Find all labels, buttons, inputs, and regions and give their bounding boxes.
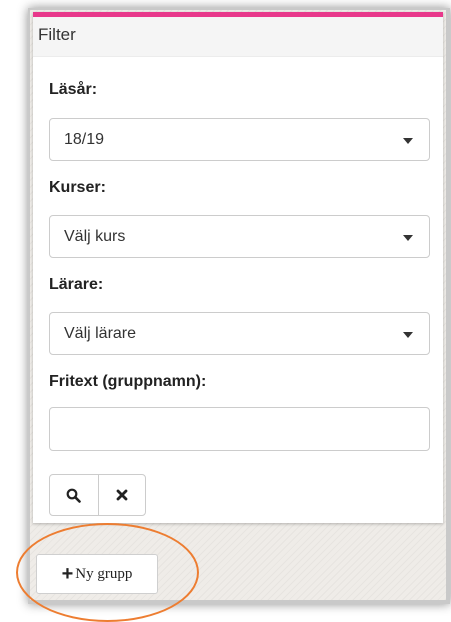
teachers-label: Lärare: <box>49 276 104 293</box>
caret-down-icon <box>403 235 413 241</box>
courses-select-value: Välj kurs <box>64 228 126 245</box>
freetext-label: Fritext (gruppnamn): <box>49 373 207 390</box>
teachers-select-value: Välj lärare <box>64 325 137 342</box>
courses-select[interactable]: Välj kurs <box>49 215 430 258</box>
year-select-value: 18/19 <box>64 131 105 148</box>
year-label: Läsår: <box>49 81 98 98</box>
close-icon <box>116 489 128 501</box>
year-select[interactable]: 18/19 <box>49 118 430 161</box>
search-button[interactable] <box>50 475 98 515</box>
plus-icon: + <box>61 563 74 585</box>
clear-button[interactable] <box>97 475 146 515</box>
teachers-select[interactable]: Välj lärare <box>49 312 430 355</box>
caret-down-icon <box>403 138 413 144</box>
new-group-label: Ny grupp <box>75 565 133 582</box>
courses-label: Kurser: <box>49 179 106 196</box>
new-group-button[interactable]: + Ny grupp <box>36 554 158 594</box>
caret-down-icon <box>403 332 413 338</box>
freetext-input[interactable] <box>49 407 430 451</box>
search-icon <box>66 488 82 503</box>
filter-button-group <box>49 474 146 516</box>
panel-title: Filter <box>33 17 443 57</box>
filter-panel: Filter Läsår: 18/19 Kurser: Välj kurs Lä… <box>33 12 443 523</box>
